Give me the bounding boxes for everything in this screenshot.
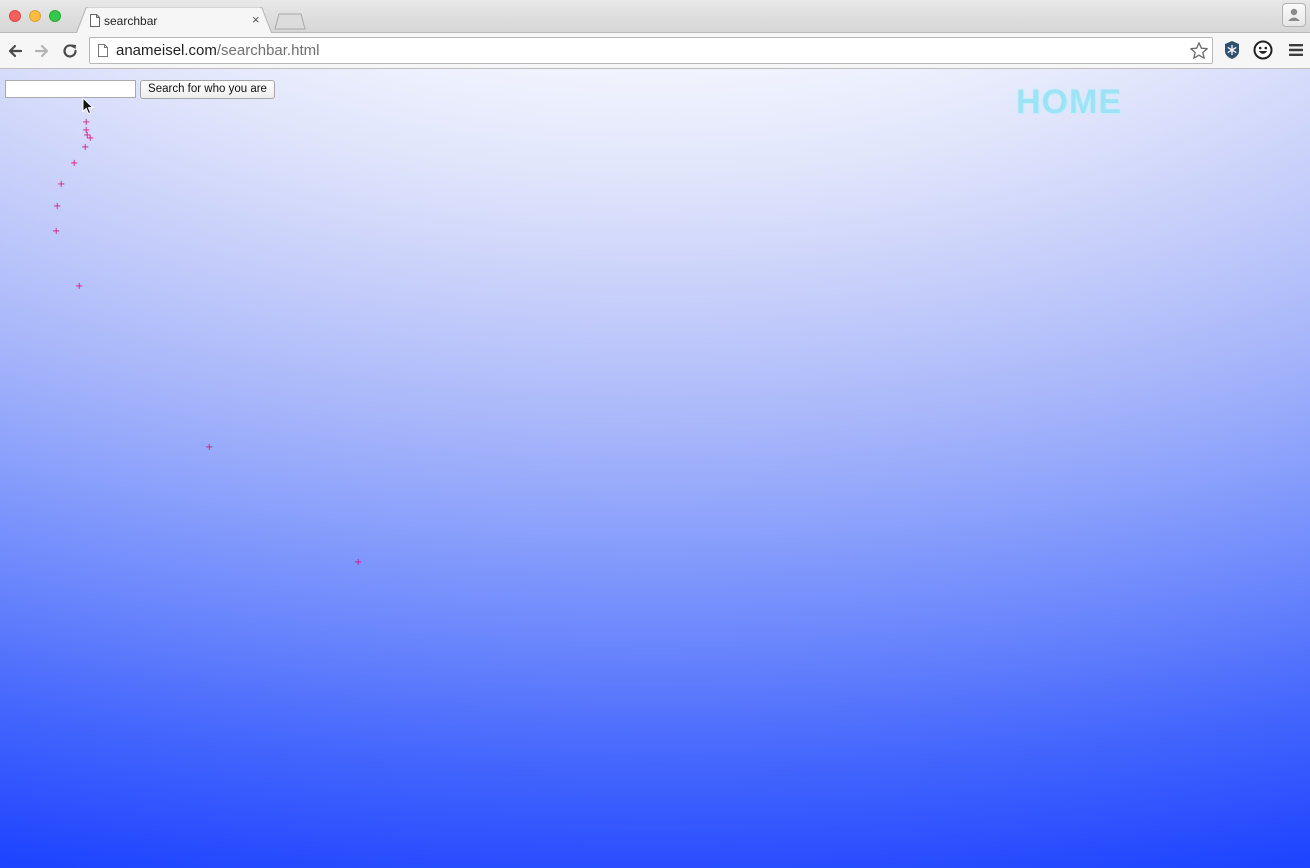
url-text: anameisel.com/searchbar.html [116,42,319,59]
sparkle-mark: + [205,442,214,453]
sparkle-mark: + [75,281,84,292]
back-arrow-icon[interactable] [5,41,25,61]
browser-window: searchbar × anameisel.com/searchbar.html… [0,0,1310,868]
tab-searchbar[interactable]: searchbar × [76,7,272,34]
sparkle-mark: + [354,557,363,568]
forward-arrow-icon[interactable] [32,41,52,61]
star-icon[interactable] [1189,41,1209,61]
tab-title: searchbar [104,14,158,28]
search-input[interactable] [5,80,136,98]
sparkle-mark: + [57,179,66,190]
arrow-cursor-icon [82,97,94,115]
sparkle-mark: + [53,201,62,212]
sparkle-mark: + [52,226,61,237]
menu-icon[interactable] [1286,40,1306,60]
smiley-icon[interactable] [1253,40,1273,60]
new-tab-button[interactable] [274,13,306,30]
maximize-window-button[interactable] [49,10,61,22]
search-button[interactable]: Search for who you are [140,80,275,99]
tab-close-icon[interactable]: × [252,13,260,27]
sparkle-mark: + [70,158,79,169]
home-link[interactable]: HOME [1016,83,1122,122]
reload-icon[interactable] [60,41,80,61]
url-domain: anameisel.com [116,42,217,59]
person-icon [1288,8,1300,21]
url-path: /searchbar.html [216,42,320,59]
browser-toolbar: anameisel.com/searchbar.html [0,33,1310,69]
minimize-window-button[interactable] [29,10,41,22]
address-bar[interactable]: anameisel.com/searchbar.html [89,37,1213,64]
tab-strip: searchbar × [0,0,1310,34]
page-icon [98,44,108,57]
sparkle-mark: + [81,142,90,153]
snowflake-icon[interactable] [1222,40,1242,60]
page-icon [90,14,100,27]
profile-button[interactable] [1282,3,1306,27]
close-window-button[interactable] [9,10,21,22]
page-viewport: Search for who you are HOME + + + + + + … [0,69,1310,868]
